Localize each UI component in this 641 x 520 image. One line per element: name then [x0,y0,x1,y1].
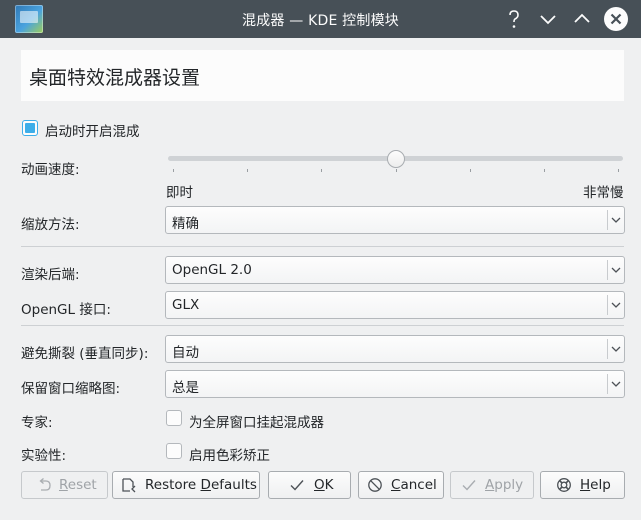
slider-tick [247,169,249,172]
reset-rest: eset [67,477,97,493]
slider-tick [321,169,323,172]
render-backend-value: OpenGL 2.0 [172,262,252,278]
dropdown-separator [607,295,608,315]
reset-button[interactable]: Reset [21,471,108,499]
keep-thumbnails-dropdown[interactable]: 总是 [165,370,625,398]
color-correction-checkbox[interactable] [166,443,182,459]
animation-speed-max-label: 非常慢 [583,185,624,201]
opengl-interface-label: OpenGL 接口: [21,302,111,318]
cancel-button[interactable]: Cancel [358,471,444,499]
chevron-down-icon [611,302,621,308]
cancel-button-label: Cancel [391,477,437,493]
render-backend-dropdown[interactable]: OpenGL 2.0 [165,256,625,284]
help-icon[interactable] [502,7,526,31]
restore-document-icon [122,478,136,493]
slider-tick [543,169,545,172]
help-button-label: Help [580,477,611,493]
start-on-boot-label[interactable]: 启动时开启混成 [45,120,140,140]
restore-defaults-rest: efaults [210,477,257,493]
cancel-icon [368,478,382,492]
help-button[interactable]: Help [540,471,625,499]
apply-mnemonic: A [485,477,495,493]
apply-rest: pply [494,477,524,493]
dropdown-separator [607,210,608,230]
dropdown-separator [607,339,608,359]
animation-speed-min-label: 即时 [166,185,193,201]
lifebuoy-icon [557,478,571,492]
title-bar[interactable]: 混成器 — KDE 控制模块 [0,0,641,38]
restore-defaults-prefix: Restore [145,477,201,493]
minimize-icon[interactable] [536,7,560,31]
divider [21,246,624,247]
slider-tick [395,169,397,172]
undo-icon [39,478,51,491]
slider-tick [618,169,619,172]
apply-button-label: Apply [485,477,523,493]
apply-button[interactable]: Apply [450,471,534,499]
restore-defaults-button[interactable]: Restore Defaults [112,471,260,499]
suspend-compositor-fullscreen-checkbox[interactable] [166,410,182,426]
divider [21,325,624,326]
chevron-down-icon [611,217,621,223]
page-header: 桌面特效混成器设置 [21,50,624,101]
ok-button[interactable]: OK [268,471,351,499]
start-on-boot-checkbox[interactable] [22,120,38,136]
expert-label: 专家: [21,415,53,431]
page-title: 桌面特效混成器设置 [29,67,201,89]
scale-method-label: 缩放方法: [21,217,80,233]
opengl-interface-dropdown[interactable]: GLX [165,291,625,319]
chevron-down-icon [611,346,621,352]
chevron-down-icon [611,381,621,387]
animation-speed-slider-handle[interactable] [386,150,405,168]
experimental-label: 实验性: [21,448,67,464]
scale-method-dropdown[interactable]: 精确 [165,206,625,234]
slider-tick [173,169,174,172]
help-mnemonic: H [580,477,591,493]
keep-thumbnails-label: 保留窗口缩略图: [21,381,121,397]
checkmark-icon [462,480,476,491]
keep-thumbnails-value: 总是 [172,380,199,396]
help-rest: elp [590,477,611,493]
dropdown-separator [607,260,608,280]
cancel-rest: ancel [400,477,437,493]
render-backend-label: 渲染后端: [21,267,80,283]
tearing-prevention-dropdown[interactable]: 自动 [165,335,625,363]
chevron-down-icon [611,267,621,273]
kde-settings-window: 混成器 — KDE 控制模块 桌面特效混成器设置 启动时开启混成 动画速度: 即… [0,0,641,520]
maximize-icon[interactable] [570,7,594,31]
close-icon[interactable] [603,6,629,32]
ok-rest: K [324,477,334,493]
reset-mnemonic: R [59,477,68,493]
tearing-prevention-value: 自动 [172,345,199,361]
ok-button-label: OK [314,477,334,493]
ok-mnemonic: O [314,477,325,493]
suspend-compositor-fullscreen-label[interactable]: 为全屏窗口挂起混成器 [189,411,324,431]
scale-method-value: 精确 [172,216,199,232]
color-correction-label[interactable]: 启用色彩矫正 [189,444,270,464]
restore-defaults-button-label: Restore Defaults [145,477,257,493]
dialog-content: 桌面特效混成器设置 启动时开启混成 动画速度: 即时 非常慢 缩放方法: 精确 … [5,38,636,515]
dropdown-separator [607,374,608,394]
reset-button-label: Reset [59,477,97,493]
tearing-prevention-label: 避免撕裂 (垂直同步): [21,346,149,362]
animation-speed-label: 动画速度: [21,162,80,178]
restore-defaults-mnemonic: D [200,477,211,493]
checkmark-icon [290,480,304,491]
opengl-interface-value: GLX [172,297,200,313]
slider-tick [469,169,471,172]
